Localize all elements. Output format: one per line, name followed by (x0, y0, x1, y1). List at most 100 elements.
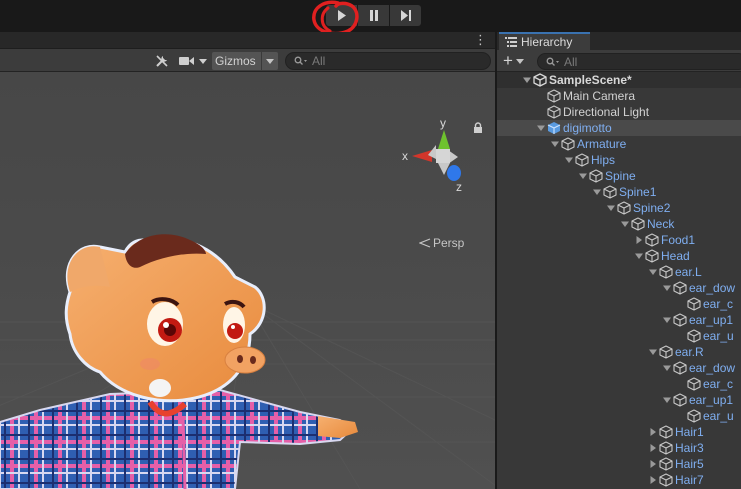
expand-down-icon[interactable] (549, 136, 561, 152)
gameobject-icon (659, 425, 673, 439)
expand-down-icon[interactable] (633, 248, 645, 264)
expand-right-icon[interactable] (647, 440, 659, 456)
expand-down-icon[interactable] (647, 264, 659, 280)
step-button[interactable] (390, 5, 421, 26)
tree-item[interactable]: ear_u (497, 328, 741, 344)
tree-item[interactable]: Main Camera (497, 88, 741, 104)
expand-down-icon[interactable] (521, 72, 533, 88)
gameobject-icon (673, 393, 687, 407)
tree-item-label: ear_u (703, 409, 734, 423)
tree-item[interactable]: Spine2 (497, 200, 741, 216)
gizmos-dropdown[interactable]: Gizmos (212, 52, 278, 70)
gameobject-icon (645, 233, 659, 247)
scene-tab-bar: ⋮ (0, 32, 495, 49)
tree-item-label: Spine1 (619, 185, 657, 199)
tree-item[interactable]: ear_c (497, 376, 741, 392)
tree-item-label: ear_dow (689, 281, 736, 295)
tree-item-label: Directional Light (563, 105, 650, 119)
tree-item-label: ear_up1 (689, 313, 734, 327)
tree-item-label: SampleScene* (549, 73, 632, 87)
scene-root-row[interactable]: SampleScene* (497, 72, 741, 88)
tree-item[interactable]: digimotto (497, 120, 741, 136)
tree-item[interactable]: ear_dow (497, 360, 741, 376)
gameobject-icon (603, 185, 617, 199)
prefab-icon (547, 121, 561, 135)
perspective-icon (419, 238, 431, 248)
gameobject-icon (659, 265, 673, 279)
tree-item[interactable]: Neck (497, 216, 741, 232)
expand-down-icon[interactable] (535, 120, 547, 136)
expand-down-icon[interactable] (661, 312, 673, 328)
tree-item[interactable]: ear.R (497, 344, 741, 360)
gameobject-icon (547, 89, 561, 103)
expand-down-icon[interactable] (661, 360, 673, 376)
hierarchy-search-placeholder: All (564, 54, 578, 69)
tree-item-label: Neck (647, 217, 675, 231)
gameobject-icon (575, 153, 589, 167)
tree-item[interactable]: Hips (497, 152, 741, 168)
perspective-toggle[interactable]: Persp (419, 236, 464, 250)
tree-item[interactable]: Directional Light (497, 104, 741, 120)
chevron-down-icon (266, 59, 274, 64)
expand-right-icon[interactable] (633, 232, 645, 248)
tree-item[interactable]: Food1 (497, 232, 741, 248)
tree-item[interactable]: ear_up1 (497, 312, 741, 328)
tree-item-label: Food1 (661, 233, 696, 247)
persp-label: Persp (433, 236, 465, 250)
tree-item[interactable]: Spine1 (497, 184, 741, 200)
tree-item[interactable]: Head (497, 248, 741, 264)
tree-item[interactable]: Armature (497, 136, 741, 152)
scene-view-panel: ⋮ Gizmos All y x z Persp (0, 32, 495, 489)
panel-menu-icon[interactable]: ⋮ (474, 32, 487, 48)
camera-icon (179, 57, 207, 65)
lock-icon[interactable] (473, 122, 483, 133)
tree-item[interactable]: Hair7 (497, 472, 741, 488)
hierarchy-icon (505, 37, 517, 47)
step-icon (400, 10, 411, 21)
expand-down-icon[interactable] (619, 216, 631, 232)
tree-item-label: digimotto (563, 121, 612, 135)
tools-button[interactable] (150, 52, 174, 70)
expand-right-icon[interactable] (647, 424, 659, 440)
gameobject-icon (659, 441, 673, 455)
tools-icon (156, 55, 168, 67)
expand-down-icon[interactable] (577, 168, 589, 184)
expand-down-icon[interactable] (661, 392, 673, 408)
expand-down-icon[interactable] (605, 200, 617, 216)
tab-hierarchy[interactable]: Hierarchy (499, 32, 590, 50)
hierarchy-search-input[interactable]: All (537, 53, 741, 70)
expand-right-icon[interactable] (647, 472, 659, 488)
tree-item[interactable]: Hair1 (497, 424, 741, 440)
pause-icon (369, 10, 378, 21)
tree-item-label: Main Camera (563, 89, 636, 103)
create-button[interactable]: + (503, 52, 524, 69)
gameobject-icon (673, 281, 687, 295)
tree-item[interactable]: ear_dow (497, 280, 741, 296)
gameobject-icon (561, 137, 575, 151)
expand-right-icon[interactable] (647, 456, 659, 472)
tree-item[interactable]: Spine (497, 168, 741, 184)
tree-item-label: Hair3 (675, 441, 704, 455)
expand-down-icon[interactable] (591, 184, 603, 200)
tree-item[interactable]: ear_u (497, 408, 741, 424)
tree-item[interactable]: Hair3 (497, 440, 741, 456)
expand-down-icon[interactable] (647, 344, 659, 360)
expand-down-icon[interactable] (661, 280, 673, 296)
gameobject-icon (673, 313, 687, 327)
tree-item-label: ear_dow (689, 361, 736, 375)
gameobject-icon (617, 201, 631, 215)
camera-settings-button[interactable] (178, 52, 210, 70)
tree-item[interactable]: ear_up1 (497, 392, 741, 408)
tree-item[interactable]: Hair5 (497, 456, 741, 472)
tree-item[interactable]: ear.L (497, 264, 741, 280)
expand-down-icon[interactable] (563, 152, 575, 168)
scene-viewport[interactable]: y x z Persp (0, 72, 495, 489)
gameobject-icon (659, 457, 673, 471)
gameobject-icon (589, 169, 603, 183)
tree-item[interactable]: ear_c (497, 296, 741, 312)
scene-search-input[interactable]: All (285, 52, 491, 70)
orientation-gizmo[interactable]: y x z (398, 117, 470, 193)
unity-scene-icon (533, 73, 547, 87)
tree-item-label: Spine (605, 169, 636, 183)
character-head (64, 234, 266, 403)
